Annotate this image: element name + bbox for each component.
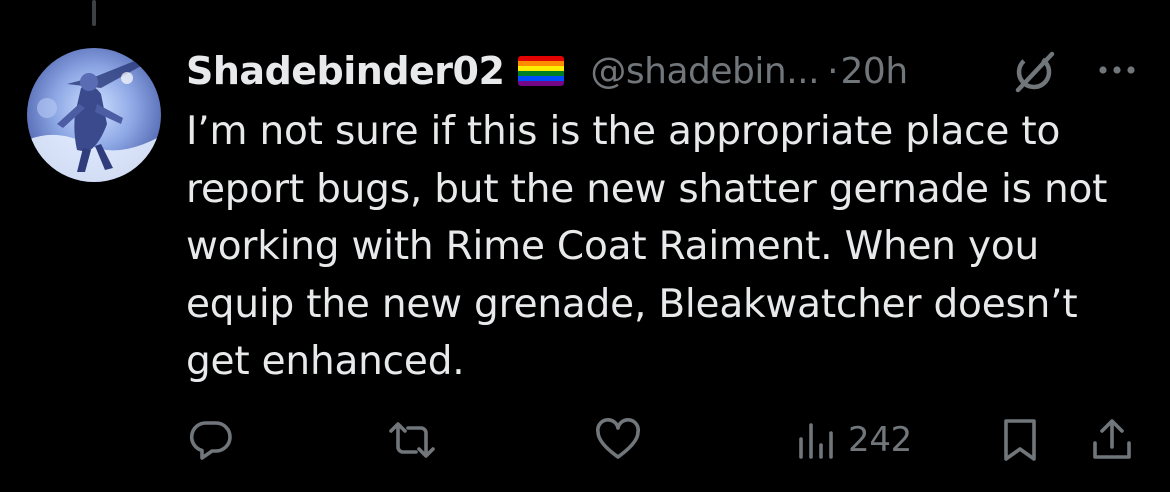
tweet-actions-bar: 242	[0, 410, 1170, 470]
repost-button[interactable]	[386, 410, 438, 470]
tweet-text: I’m not sure if this is the appropriate …	[186, 109, 1108, 384]
rainbow-flag-icon	[518, 56, 565, 86]
like-button[interactable]	[594, 410, 642, 470]
timestamp[interactable]: 20h	[841, 51, 909, 92]
reply-icon	[188, 417, 234, 463]
avatar[interactable]	[27, 48, 161, 182]
share-icon	[1090, 417, 1134, 463]
user-handle[interactable]: @shadebin...	[590, 51, 819, 92]
tweet-header: Shadebinder02 @shadebin... · 20h	[186, 44, 1146, 98]
avatar-image	[27, 48, 161, 182]
reply-button[interactable]	[188, 410, 234, 470]
repost-icon	[386, 417, 438, 463]
views-button[interactable]: 242	[796, 410, 912, 470]
like-heart-icon	[594, 417, 642, 463]
grok-icon[interactable]	[1012, 48, 1058, 94]
more-options-icon[interactable]	[1094, 60, 1140, 80]
views-count: 242	[848, 420, 912, 460]
bookmark-button[interactable]	[998, 410, 1042, 470]
display-name[interactable]: Shadebinder02	[186, 49, 505, 93]
views-bar-chart-icon	[796, 417, 838, 463]
bookmark-icon	[998, 417, 1042, 463]
separator-dot: ·	[827, 50, 839, 92]
thread-connector-line	[92, 0, 96, 26]
share-button[interactable]	[1090, 410, 1134, 470]
